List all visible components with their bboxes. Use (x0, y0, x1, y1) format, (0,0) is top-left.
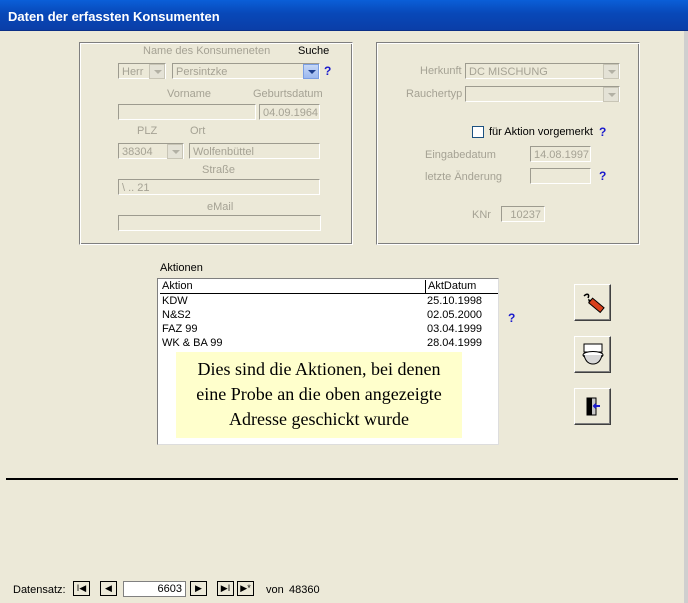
next-record-button[interactable]: ▶ (190, 581, 207, 596)
list-row-datum[interactable]: 02.05.2000 (427, 308, 482, 322)
herkunft-dropdown-icon[interactable] (603, 64, 619, 79)
help-icon[interactable]: ? (599, 125, 606, 139)
eingabedatum-label: Eingabedatum (425, 149, 496, 161)
record-number-field[interactable]: 6603 (123, 581, 186, 597)
navigation-label: Datensatz: (13, 584, 66, 596)
aenderung-label: letzte Änderung (425, 171, 503, 183)
toilet-button[interactable] (574, 336, 611, 373)
knr-label: KNr (472, 209, 491, 221)
divider (6, 478, 678, 480)
exit-door-icon (586, 397, 600, 416)
name-label: Name des Konsumeneten (143, 45, 271, 57)
knr-field[interactable]: 10237 (501, 206, 545, 222)
aenderung-field[interactable] (530, 168, 591, 184)
info-note: Dies sind die Aktionen, bei denen eine P… (176, 352, 462, 438)
email-label: eMail (207, 201, 234, 213)
exit-button[interactable] (574, 388, 611, 425)
birthdate-label: Geburtsdatum (253, 88, 323, 100)
first-record-button[interactable]: I◀ (73, 581, 90, 596)
aktion-checkbox-label: für Aktion vorgemerkt (489, 126, 593, 138)
rauchertyp-label: Rauchertyp (406, 88, 463, 100)
window-title: Daten der erfassten Konsumenten (8, 9, 220, 24)
new-record-button[interactable]: ▶* (237, 581, 254, 596)
plz-dropdown-icon[interactable] (167, 144, 183, 159)
list-row-aktion[interactable]: FAZ 99 (162, 322, 197, 336)
aktionen-label: Aktionen (160, 262, 203, 274)
toilet-icon (582, 343, 604, 365)
name-search-dropdown-icon[interactable] (303, 64, 319, 79)
list-row-aktion[interactable]: N&S2 (162, 308, 191, 322)
rauchertyp-field[interactable] (465, 86, 620, 102)
record-total: 48360 (289, 584, 320, 596)
help-icon[interactable]: ? (324, 64, 331, 78)
list-row-datum[interactable]: 25.10.1998 (427, 294, 482, 308)
column-header-aktion[interactable]: Aktion (160, 280, 426, 294)
edit-button[interactable] (574, 284, 611, 321)
list-row-datum[interactable]: 03.04.1999 (427, 322, 482, 336)
info-note-line: Dies sind die Aktionen, bei denen (197, 359, 441, 379)
list-row-aktion[interactable]: KDW (162, 294, 188, 308)
herkunft-field[interactable]: DC MISCHUNG (465, 63, 620, 79)
birthdate-field[interactable]: 04.09.1964 (259, 104, 320, 120)
email-field[interactable] (118, 215, 321, 231)
street-label: Straße (202, 164, 236, 176)
pen-icon (583, 293, 605, 314)
search-label: Suche (298, 45, 330, 57)
street-field[interactable]: \ .. 21 (118, 179, 320, 195)
info-note-line: eine Probe an die oben angezeigte (196, 384, 442, 404)
name-search-field[interactable]: Persintzke (172, 63, 320, 79)
help-icon[interactable]: ? (508, 311, 515, 325)
herkunft-label: Herkunft (420, 65, 462, 77)
rauchertyp-dropdown-icon[interactable] (603, 87, 619, 102)
list-row-aktion[interactable]: WK & BA 99 (162, 336, 223, 350)
aktion-checkbox[interactable] (472, 126, 484, 138)
eingabedatum-field[interactable]: 14.08.1997 (530, 146, 591, 162)
list-row-datum[interactable]: 28.04.1999 (427, 336, 482, 350)
prev-record-button[interactable]: ◀ (100, 581, 117, 596)
firstname-field[interactable] (118, 104, 256, 120)
column-header-aktdatum[interactable]: AktDatum (425, 280, 498, 294)
city-field[interactable]: Wolfenbüttel (189, 143, 320, 159)
plz-label: PLZ (137, 125, 158, 137)
firstname-label: Vorname (167, 88, 212, 100)
city-label: Ort (190, 125, 206, 137)
info-note-line: Adresse geschickt wurde (229, 409, 409, 429)
salutation-dropdown-icon[interactable] (149, 64, 165, 79)
window-titlebar: Daten der erfassten Konsumenten (0, 0, 688, 31)
record-of-label: von (266, 584, 284, 596)
help-icon[interactable]: ? (599, 169, 606, 183)
last-record-button[interactable]: ▶I (217, 581, 234, 596)
